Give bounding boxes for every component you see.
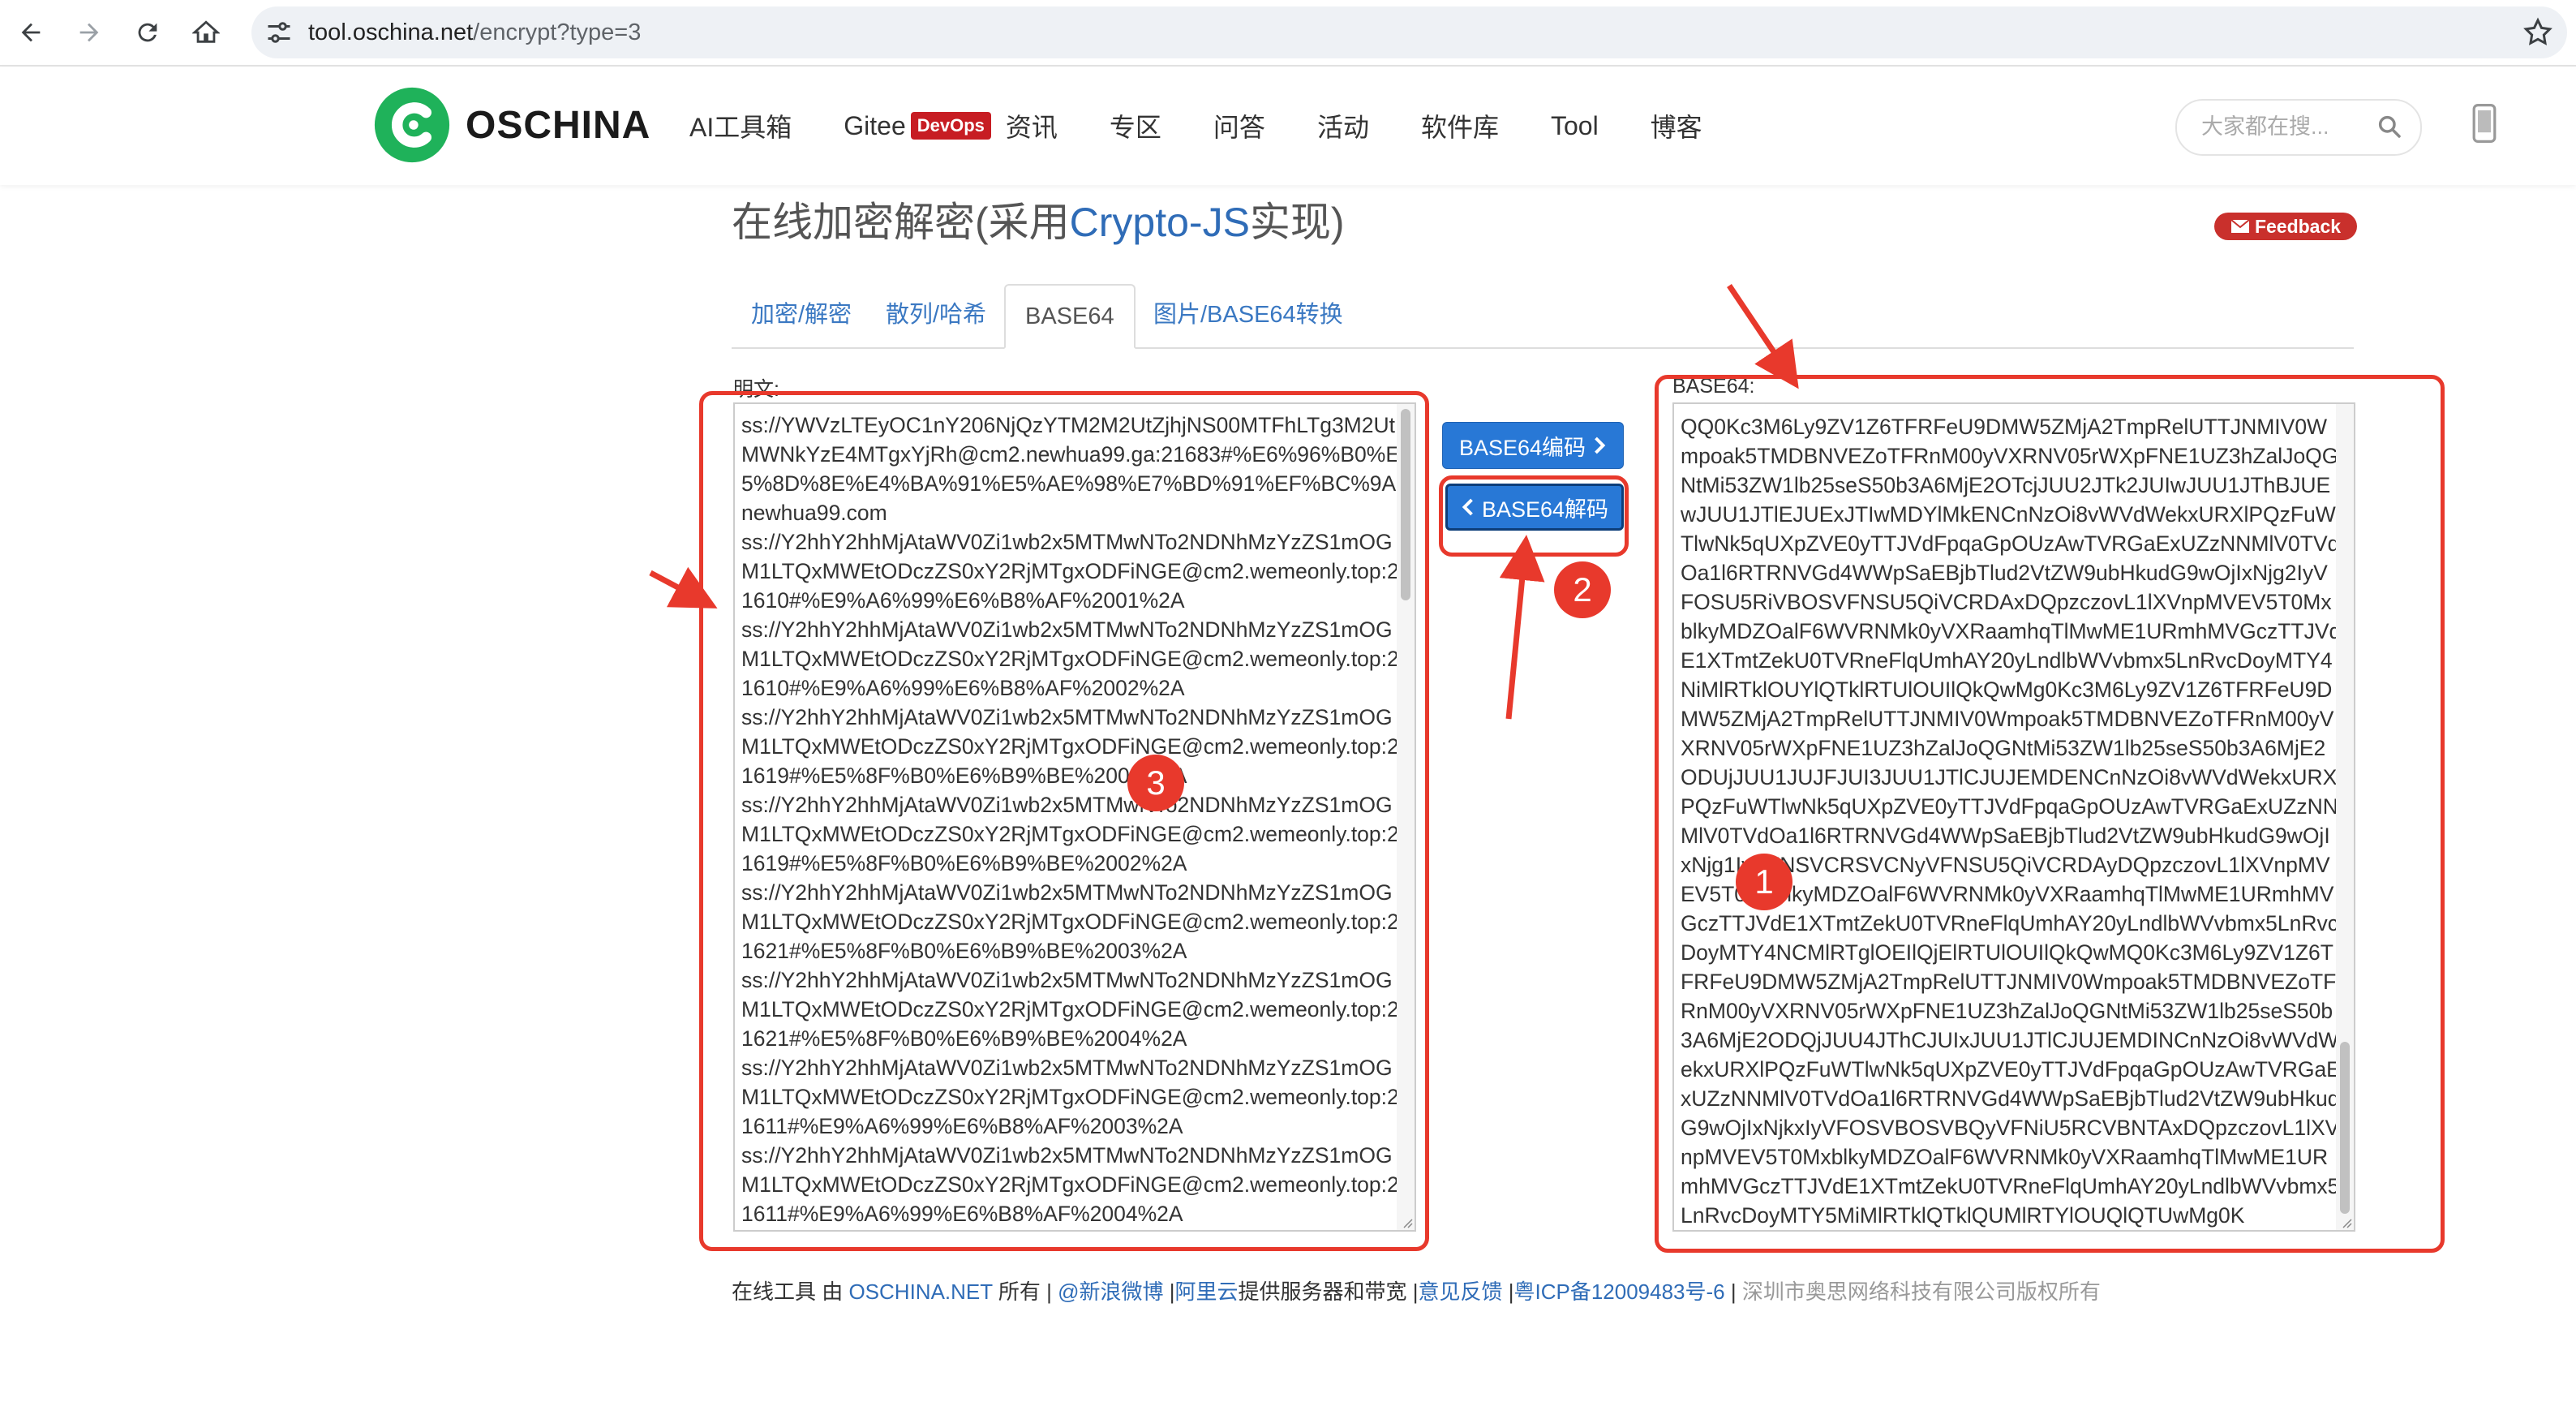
browser-toolbar: tool.oschina.net/encrypt?type=3	[0, 0, 2576, 67]
devops-badge: DevOps	[910, 112, 991, 140]
nav-software[interactable]: 软件库	[1421, 107, 1499, 144]
nav-events[interactable]: 活动	[1317, 107, 1369, 144]
footer-sep: |	[1502, 1280, 1514, 1304]
tab-base64[interactable]: BASE64	[1004, 284, 1136, 349]
feedback-label: Feedback	[2254, 215, 2342, 237]
nav-gitee[interactable]: Gitee DevOps	[844, 111, 1006, 141]
footer-icp-link[interactable]: 粤ICP备12009483号-6	[1514, 1280, 1725, 1304]
base64-encode-button[interactable]: BASE64编码	[1442, 422, 1624, 469]
annotation-box-decode-button	[1439, 475, 1629, 557]
nav-tool[interactable]: Tool	[1551, 111, 1599, 141]
footer-sep: |	[1163, 1280, 1175, 1304]
feedback-button[interactable]: Feedback	[2214, 213, 2357, 240]
main-nav: AI工具箱 Gitee DevOps 资讯 专区 问答 活动 软件库 Tool …	[689, 67, 1754, 185]
home-icon	[192, 20, 220, 43]
footer-owned: 所有 |	[992, 1280, 1058, 1304]
search-icon[interactable]	[2376, 114, 2402, 140]
tab-encrypt-decrypt[interactable]: 加密/解密	[732, 284, 871, 346]
footer-feedback-link[interactable]: 意见反馈	[1419, 1280, 1503, 1304]
oschina-logo[interactable]: OSCHINA	[373, 86, 650, 164]
nav-qa[interactable]: 问答	[1213, 107, 1265, 144]
footer-oschina-link[interactable]: OSCHINA.NET	[848, 1280, 992, 1304]
title-highlight: Crypto-JS	[1069, 200, 1250, 245]
footer-copyright: 深圳市奥思网络科技有限公司版权所有	[1741, 1280, 2101, 1304]
site-header: OSCHINA AI工具箱 Gitee DevOps 资讯 专区 问答 活动 软…	[0, 67, 2576, 185]
annotation-marker-1: 1	[1736, 854, 1792, 910]
url-host: tool.oschina.net	[308, 19, 474, 45]
chevron-right-icon	[1595, 437, 1606, 454]
title-suffix: 实现)	[1249, 200, 1345, 245]
annotation-marker-3: 3	[1127, 755, 1184, 811]
footer-sep: |	[1724, 1280, 1742, 1304]
logo-text: OSCHINA	[466, 103, 651, 147]
annotation-box-base64	[1655, 375, 2445, 1253]
address-bar[interactable]: tool.oschina.net/encrypt?type=3	[251, 6, 2567, 58]
bookmark-star-icon[interactable]	[2522, 16, 2554, 49]
forward-arrow-icon	[79, 23, 99, 42]
oschina-logo-icon	[374, 87, 450, 163]
title-prefix: 在线加密解密(采用	[732, 200, 1070, 245]
encode-button-label: BASE64编码	[1458, 435, 1586, 460]
nav-ai-tools[interactable]: AI工具箱	[689, 107, 792, 144]
site-search-box	[2175, 99, 2422, 156]
tab-image-base64[interactable]: 图片/BASE64转换	[1134, 284, 1363, 346]
nav-zones[interactable]: 专区	[1110, 107, 1161, 144]
reload-button[interactable]	[127, 11, 169, 54]
tool-tabs: 加密/解密 散列/哈希 BASE64 图片/BASE64转换	[732, 284, 2354, 349]
nav-news[interactable]: 资讯	[1006, 107, 1058, 144]
url-path: /encrypt?type=3	[473, 19, 642, 45]
site-settings-icon[interactable]	[264, 18, 294, 47]
footer-weibo-link[interactable]: @新浪微博	[1058, 1280, 1163, 1304]
home-button[interactable]	[185, 11, 227, 54]
footer-prefix: 在线工具 由	[732, 1280, 849, 1304]
arrow-to-decode-button	[1499, 535, 1545, 720]
back-button[interactable]	[10, 11, 52, 54]
mobile-phone-icon[interactable]	[2471, 104, 2498, 143]
annotation-marker-2: 2	[1554, 561, 1611, 618]
back-arrow-icon	[21, 23, 41, 42]
envelope-icon	[2230, 219, 2250, 233]
arrow-to-plaintext	[649, 566, 718, 609]
nav-blog[interactable]: 博客	[1651, 107, 1702, 144]
url-text: tool.oschina.net/encrypt?type=3	[308, 6, 641, 58]
nav-gitee-label: Gitee	[844, 110, 906, 140]
footer-bandwidth: 提供服务器和带宽 |	[1238, 1280, 1419, 1304]
site-search-input[interactable]	[2200, 101, 2381, 153]
forward-button[interactable]	[68, 11, 110, 54]
footer-aliyun-link[interactable]: 阿里云	[1175, 1280, 1239, 1304]
page-footer: 在线工具 由 OSCHINA.NET 所有 | @新浪微博 |阿里云提供服务器和…	[732, 1275, 2101, 1305]
reload-icon	[138, 23, 157, 42]
tab-hash[interactable]: 散列/哈希	[866, 284, 1006, 346]
annotation-box-plaintext	[699, 391, 1429, 1251]
page-title: 在线加密解密(采用Crypto-JS实现)	[732, 190, 1345, 248]
